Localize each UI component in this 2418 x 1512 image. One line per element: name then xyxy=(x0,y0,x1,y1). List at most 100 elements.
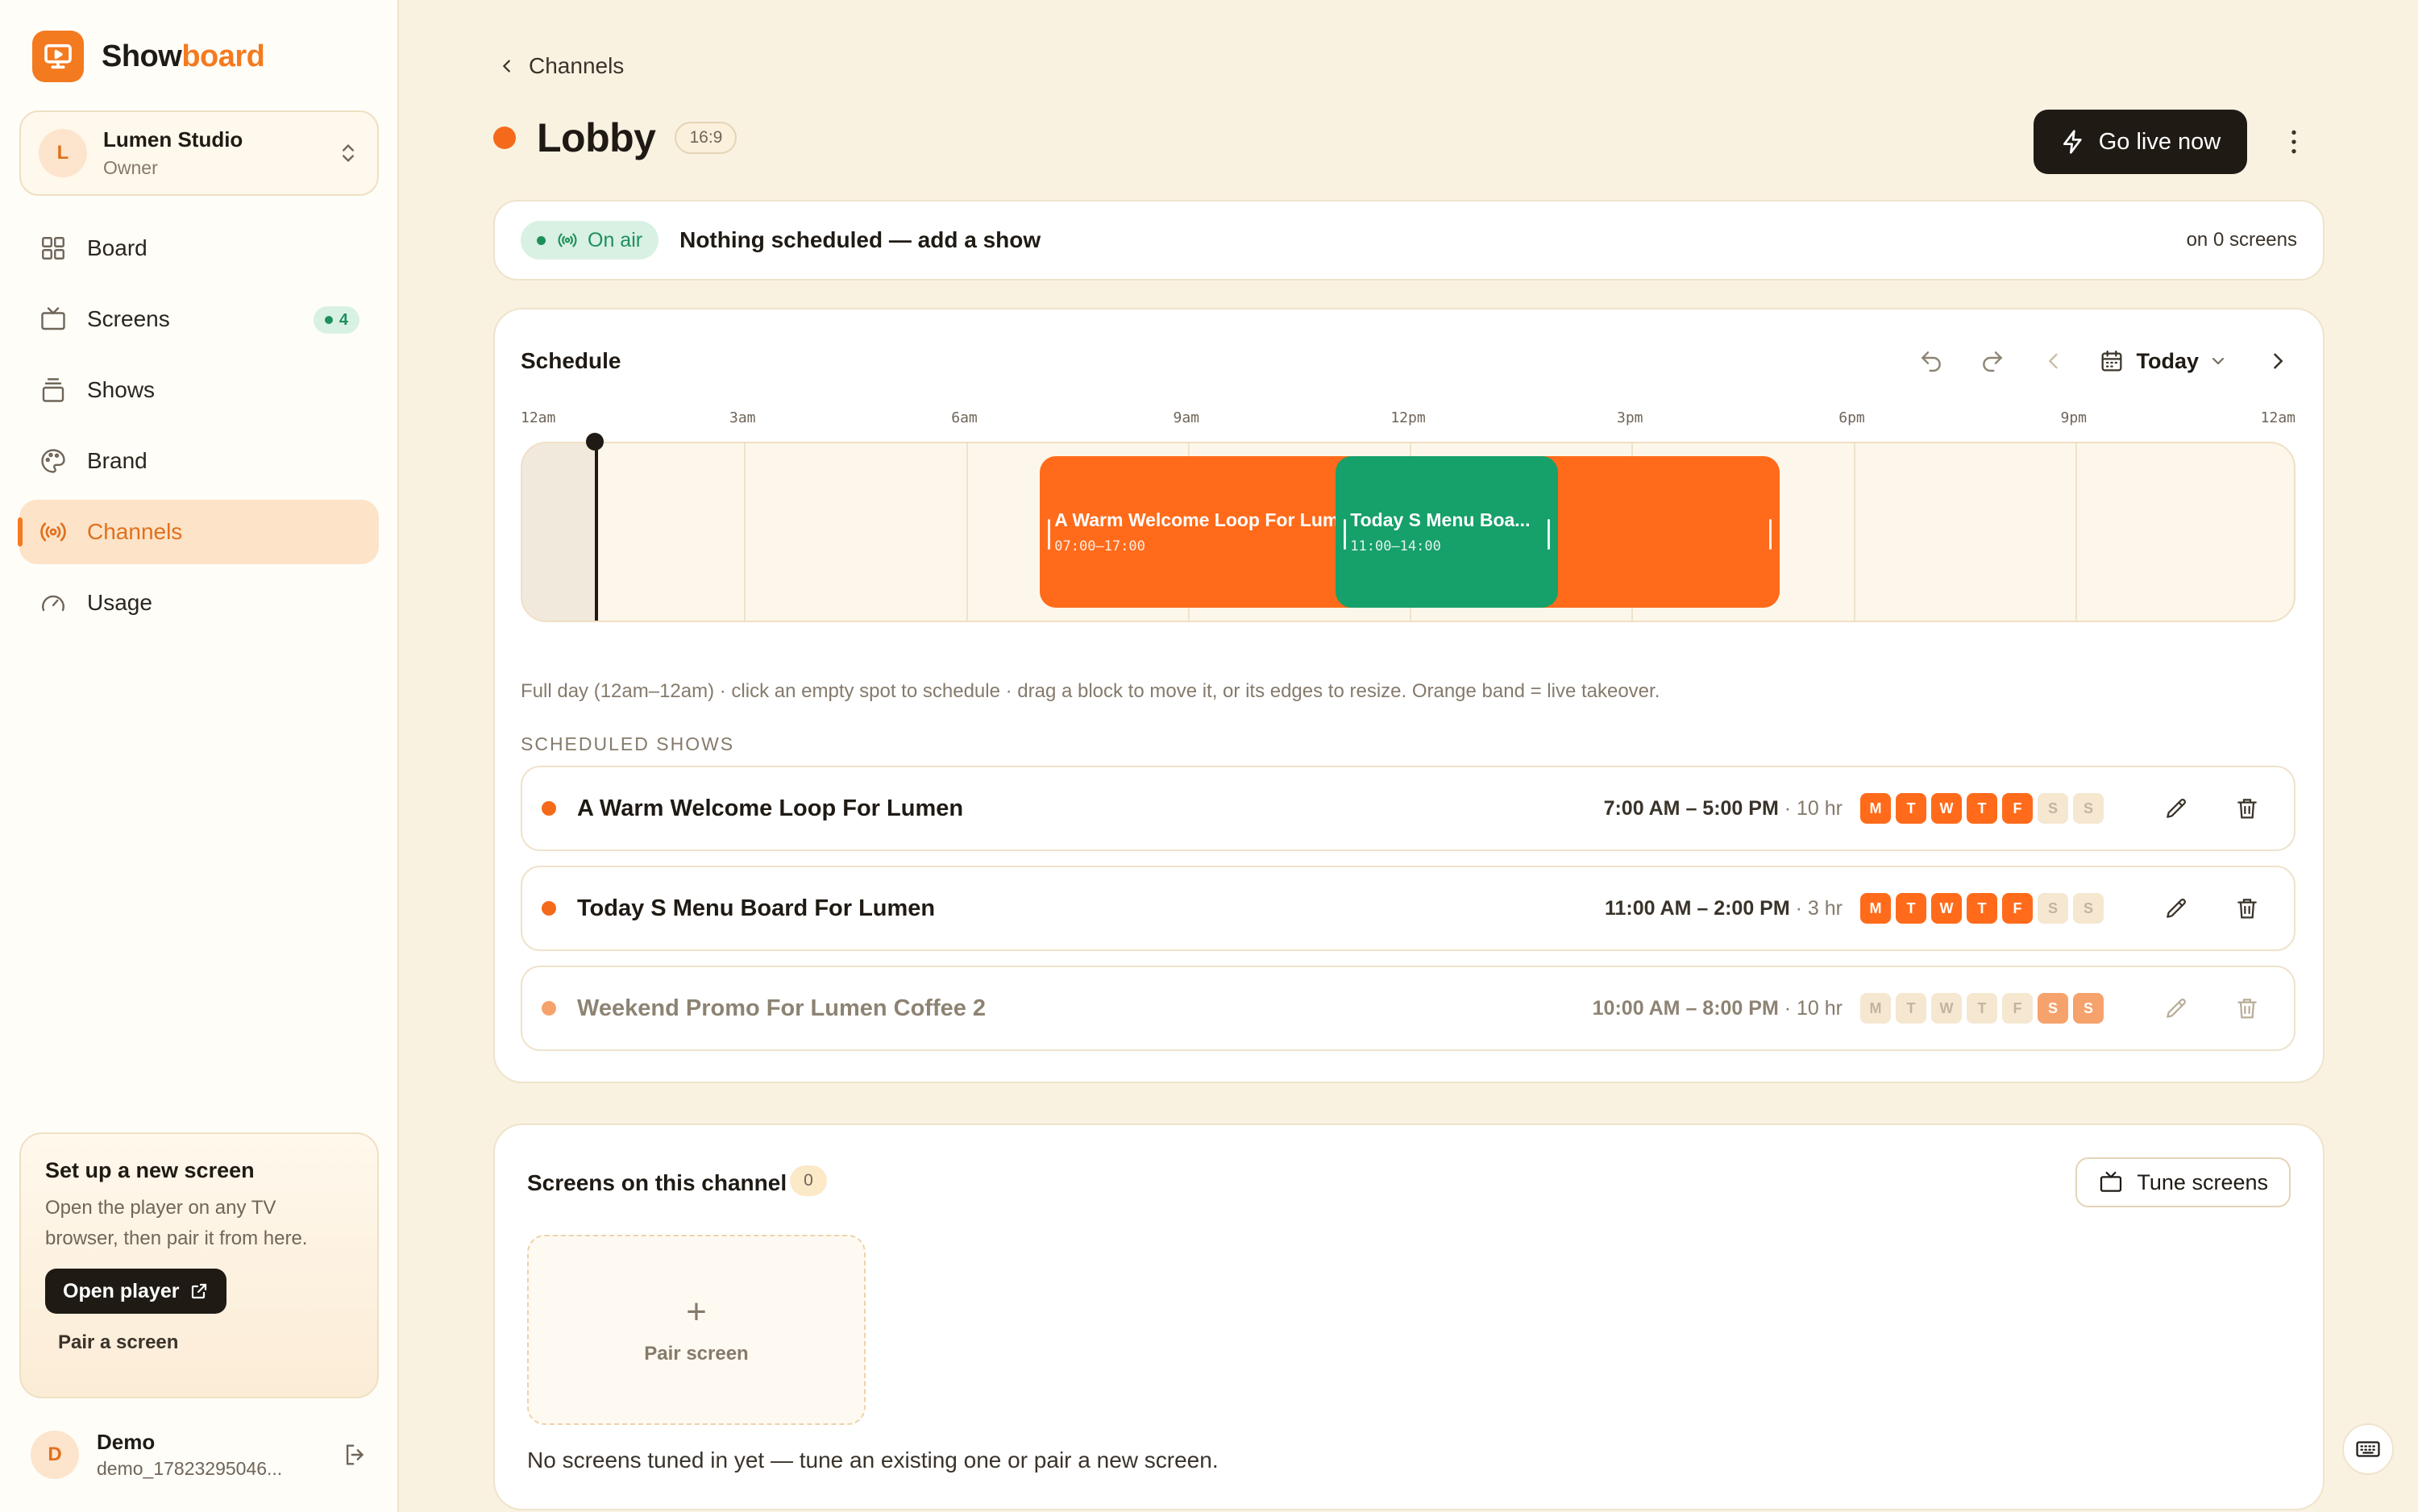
schedule-block[interactable]: Today S Menu Boa... 11:00–14:00 xyxy=(1336,456,1558,608)
show-time-range: 7:00 AM – 5:00 PM · 10 hr xyxy=(1603,796,1843,820)
previous-day-button[interactable] xyxy=(2031,339,2076,384)
chevron-down-icon xyxy=(2212,358,2224,365)
redo-button[interactable] xyxy=(1970,339,2015,384)
scheduled-show-row[interactable]: Weekend Promo For Lumen Coffee 2 10:00 AM… xyxy=(521,966,2295,1051)
weekday-toggle[interactable]: W xyxy=(1931,793,1962,824)
chevron-right-icon xyxy=(2274,353,2283,369)
pair-screen-link[interactable]: Pair a screen xyxy=(58,1331,353,1354)
nav-item-brand[interactable]: Brand xyxy=(19,429,379,493)
weekday-toggle[interactable]: W xyxy=(1931,893,1962,924)
resize-handle-start[interactable] xyxy=(1048,519,1051,550)
plus-icon: + xyxy=(686,1292,707,1331)
weekday-toggle[interactable]: M xyxy=(1860,793,1891,824)
more-options-icon[interactable] xyxy=(2278,126,2310,158)
weekday-toggle[interactable]: T xyxy=(1896,993,1926,1024)
weekday-toggle[interactable]: T xyxy=(1967,993,1997,1024)
nav-label: Brand xyxy=(87,448,147,473)
nav-item-usage[interactable]: Usage xyxy=(19,571,379,635)
back-to-channels-link[interactable]: Channels xyxy=(498,53,624,79)
edit-show-button[interactable] xyxy=(2154,886,2199,931)
keyboard-icon xyxy=(2356,1441,2380,1457)
weekday-toggle[interactable]: S xyxy=(2038,793,2068,824)
weekday-toggle[interactable]: M xyxy=(1860,893,1891,924)
weekday-toggle[interactable]: S xyxy=(2038,893,2068,924)
current-time-knob[interactable] xyxy=(585,433,604,451)
nav-label: Shows xyxy=(87,377,156,402)
monitor-play-icon xyxy=(32,31,84,82)
go-live-button[interactable]: Go live now xyxy=(2034,110,2247,174)
nav-label: Usage xyxy=(87,590,152,615)
redo-icon xyxy=(1983,351,2003,372)
scheduled-show-row[interactable]: A Warm Welcome Loop For Lumen 7:00 AM – 5… xyxy=(521,766,2295,851)
show-status-dot xyxy=(542,801,556,816)
page-title: Lobby xyxy=(537,115,656,160)
workspace-avatar: L xyxy=(39,129,87,177)
pencil-icon xyxy=(2167,999,2186,1018)
pencil-icon xyxy=(2167,899,2186,918)
weekday-toggle[interactable]: S xyxy=(2073,993,2104,1024)
timeline-hour-labels: 12am 3am 6am 9am 12pm 3pm 6pm 9pm 12am xyxy=(521,409,2295,429)
edit-show-button[interactable] xyxy=(2154,986,2199,1031)
weekday-toggle[interactable]: S xyxy=(2073,793,2104,824)
schedule-timeline[interactable]: A Warm Welcome Loop For Lumen 07:00–17:00… xyxy=(521,442,2295,622)
weekday-toggle[interactable]: F xyxy=(2002,893,2033,924)
on-air-badge: On air xyxy=(521,221,659,260)
trash-icon xyxy=(2237,899,2257,919)
scheduled-show-row[interactable]: Today S Menu Board For Lumen 11:00 AM – 2… xyxy=(521,866,2295,951)
main-nav: Board Screens 4 Shows Brand Channels Usa… xyxy=(18,216,379,642)
logout-icon[interactable] xyxy=(342,1441,369,1468)
resize-handle-end[interactable] xyxy=(1547,519,1550,550)
user-avatar: D xyxy=(31,1431,79,1479)
show-status-dot xyxy=(542,1001,556,1016)
pair-screen-tile[interactable]: + Pair screen xyxy=(527,1235,866,1425)
block-title: Today S Menu Boa... xyxy=(1350,509,1531,530)
hour-label: 12am xyxy=(2260,409,2295,426)
hour-label: 9pm xyxy=(2060,409,2088,426)
sidebar: Showboard L Lumen Studio Owner Board Scr… xyxy=(0,0,399,1512)
hour-label: 12am xyxy=(521,409,556,426)
weekday-toggle[interactable]: F xyxy=(2002,993,2033,1024)
workspace-name: Lumen Studio xyxy=(103,127,243,152)
pair-screen-label: Pair screen xyxy=(644,1343,749,1365)
weekday-toggle[interactable]: F xyxy=(2002,793,2033,824)
external-link-icon xyxy=(191,1283,206,1299)
schedule-title: Schedule xyxy=(521,348,621,373)
delete-show-button[interactable] xyxy=(2225,986,2270,1031)
setup-title: Set up a new screen xyxy=(45,1158,255,1182)
delete-show-button[interactable] xyxy=(2225,886,2270,931)
timeline-gridline xyxy=(966,443,968,621)
weekday-toggle[interactable]: M xyxy=(1860,993,1891,1024)
weekday-toggle[interactable]: T xyxy=(1967,793,1997,824)
resize-handle-end[interactable] xyxy=(1768,519,1772,550)
open-player-button[interactable]: Open player xyxy=(45,1269,226,1314)
nav-item-screens[interactable]: Screens 4 xyxy=(19,287,379,351)
screens-panel-title: Screens on this channel xyxy=(527,1170,787,1195)
nav-label: Board xyxy=(87,235,147,260)
nav-label: Channels xyxy=(87,519,183,544)
tune-screens-button[interactable]: Tune screens xyxy=(2075,1157,2291,1207)
calendar-icon xyxy=(2102,350,2122,372)
edit-show-button[interactable] xyxy=(2154,786,2199,831)
lightning-icon xyxy=(2063,130,2082,154)
weekday-toggle[interactable]: T xyxy=(1967,893,1997,924)
weekday-toggle[interactable]: S xyxy=(2073,893,2104,924)
on-air-bar: On air Nothing scheduled — add a show on… xyxy=(493,200,2325,280)
app-logo[interactable]: Showboard xyxy=(32,31,265,82)
next-day-button[interactable] xyxy=(2255,339,2300,384)
weekday-toggle[interactable]: T xyxy=(1896,893,1926,924)
weekday-toggle[interactable]: T xyxy=(1896,793,1926,824)
workspace-switcher[interactable]: L Lumen Studio Owner xyxy=(19,110,379,196)
weekday-toggle[interactable]: S xyxy=(2038,993,2068,1024)
undo-button[interactable] xyxy=(1909,339,1954,384)
on-air-screen-count: on 0 screens xyxy=(2186,229,2297,251)
keyboard-shortcuts-button[interactable] xyxy=(2342,1423,2394,1475)
nav-item-channels[interactable]: Channels xyxy=(18,500,379,564)
delete-show-button[interactable] xyxy=(2225,786,2270,831)
resize-handle-start[interactable] xyxy=(1344,519,1347,550)
weekday-toggle[interactable]: W xyxy=(1931,993,1962,1024)
date-picker-button[interactable]: Today xyxy=(2099,348,2239,374)
hour-label: 3am xyxy=(729,409,756,426)
nav-item-shows[interactable]: Shows xyxy=(19,358,379,422)
schedule-toolbar: Today xyxy=(1892,339,2300,384)
nav-item-board[interactable]: Board xyxy=(19,216,379,280)
